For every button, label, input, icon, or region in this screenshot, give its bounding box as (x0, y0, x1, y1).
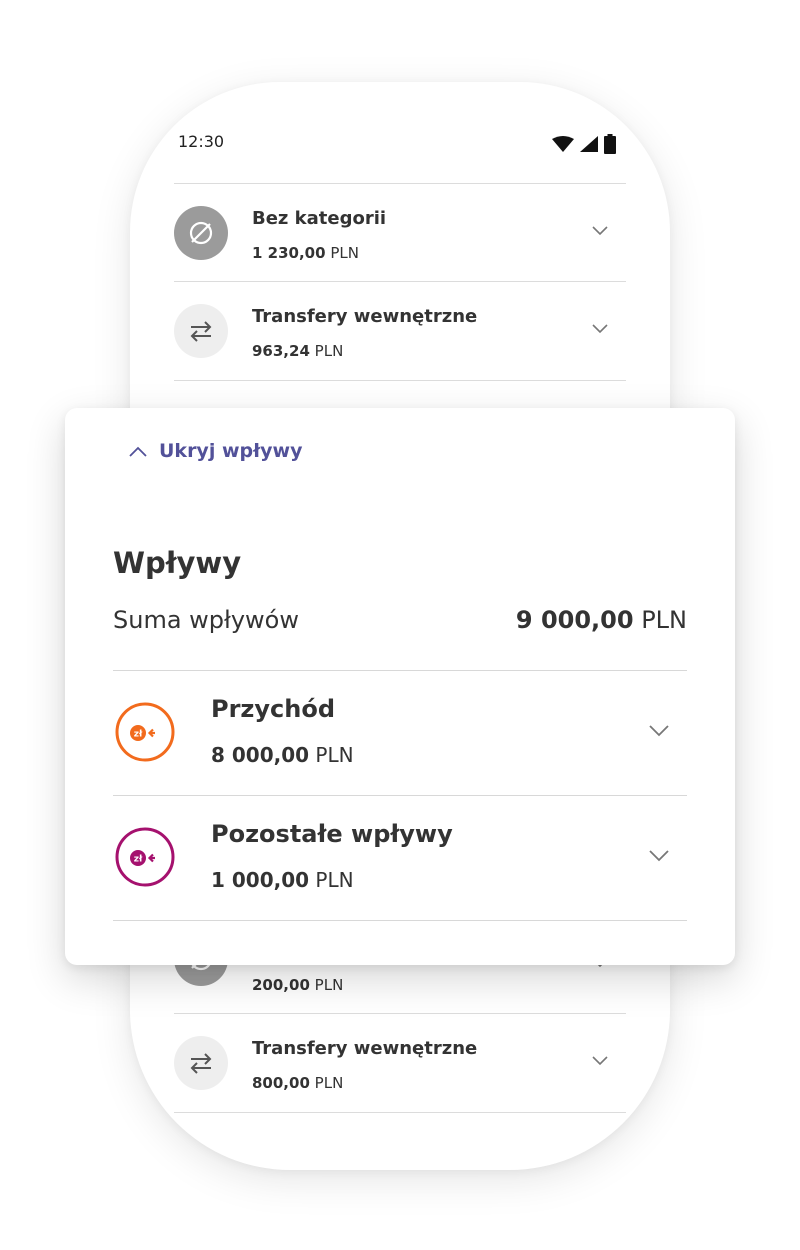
chevron-down-icon[interactable] (649, 725, 669, 737)
category-amount: 963,24 PLN (252, 342, 344, 360)
hide-income-button[interactable]: Ukryj wpływy (129, 440, 302, 462)
income-row-other[interactable]: zł Pozostałe wpływy 1 000,00 PLN (113, 796, 687, 920)
status-bar: 12:30 (178, 132, 616, 156)
income-zloty-arrow-icon: zł (115, 827, 175, 887)
list-divider (174, 1112, 626, 1113)
hide-income-label: Ukryj wpływy (159, 440, 303, 462)
income-title: Wpływy (113, 546, 242, 580)
income-zloty-arrow-icon: zł (115, 702, 175, 762)
chevron-down-icon[interactable] (592, 324, 608, 334)
battery-icon (604, 134, 616, 154)
income-item-amount: 1 000,00 PLN (211, 868, 354, 892)
income-card: Ukryj wpływy Wpływy Suma wpływów 9 000,0… (65, 408, 735, 965)
wifi-icon (552, 136, 574, 152)
category-title: Transfery wewnętrzne (252, 306, 478, 327)
chevron-down-icon[interactable] (592, 1056, 608, 1066)
income-sum-label: Suma wpływów (113, 606, 299, 634)
category-title: Bez kategorii (252, 208, 387, 229)
income-item-title: Przychód (211, 695, 336, 723)
category-row-transfers[interactable]: Transfery wewnętrzne 963,24 PLN (174, 282, 626, 380)
category-amount: 800,00 PLN (252, 1074, 344, 1092)
category-row-no-category[interactable]: Bez kategorii 1 230,00 PLN (174, 184, 626, 282)
svg-text:zł: zł (134, 730, 143, 740)
category-title: Transfery wewnętrzne (252, 1038, 478, 1059)
no-category-icon (174, 206, 228, 260)
income-item-title: Pozostałe wpływy (211, 820, 453, 848)
signal-icon (580, 136, 598, 152)
transfer-arrows-icon (174, 304, 228, 358)
svg-text:zł: zł (134, 855, 143, 865)
chevron-down-icon[interactable] (649, 850, 669, 862)
card-divider (113, 920, 687, 921)
status-time: 12:30 (178, 132, 225, 151)
income-sum-value: 9 000,00 PLN (515, 606, 687, 634)
income-row-przychod[interactable]: zł Przychód 8 000,00 PLN (113, 671, 687, 795)
chevron-up-icon (129, 446, 147, 457)
chevron-down-icon[interactable] (592, 226, 608, 236)
list-divider (174, 380, 626, 381)
category-row-transfers-bottom[interactable]: Transfery wewnętrzne 800,00 PLN (174, 1014, 626, 1112)
category-amount: 1 230,00 PLN (252, 244, 359, 262)
income-item-amount: 8 000,00 PLN (211, 743, 354, 767)
status-icons (552, 134, 616, 154)
transfer-arrows-icon (174, 1036, 228, 1090)
category-amount: 200,00 PLN (252, 976, 344, 994)
